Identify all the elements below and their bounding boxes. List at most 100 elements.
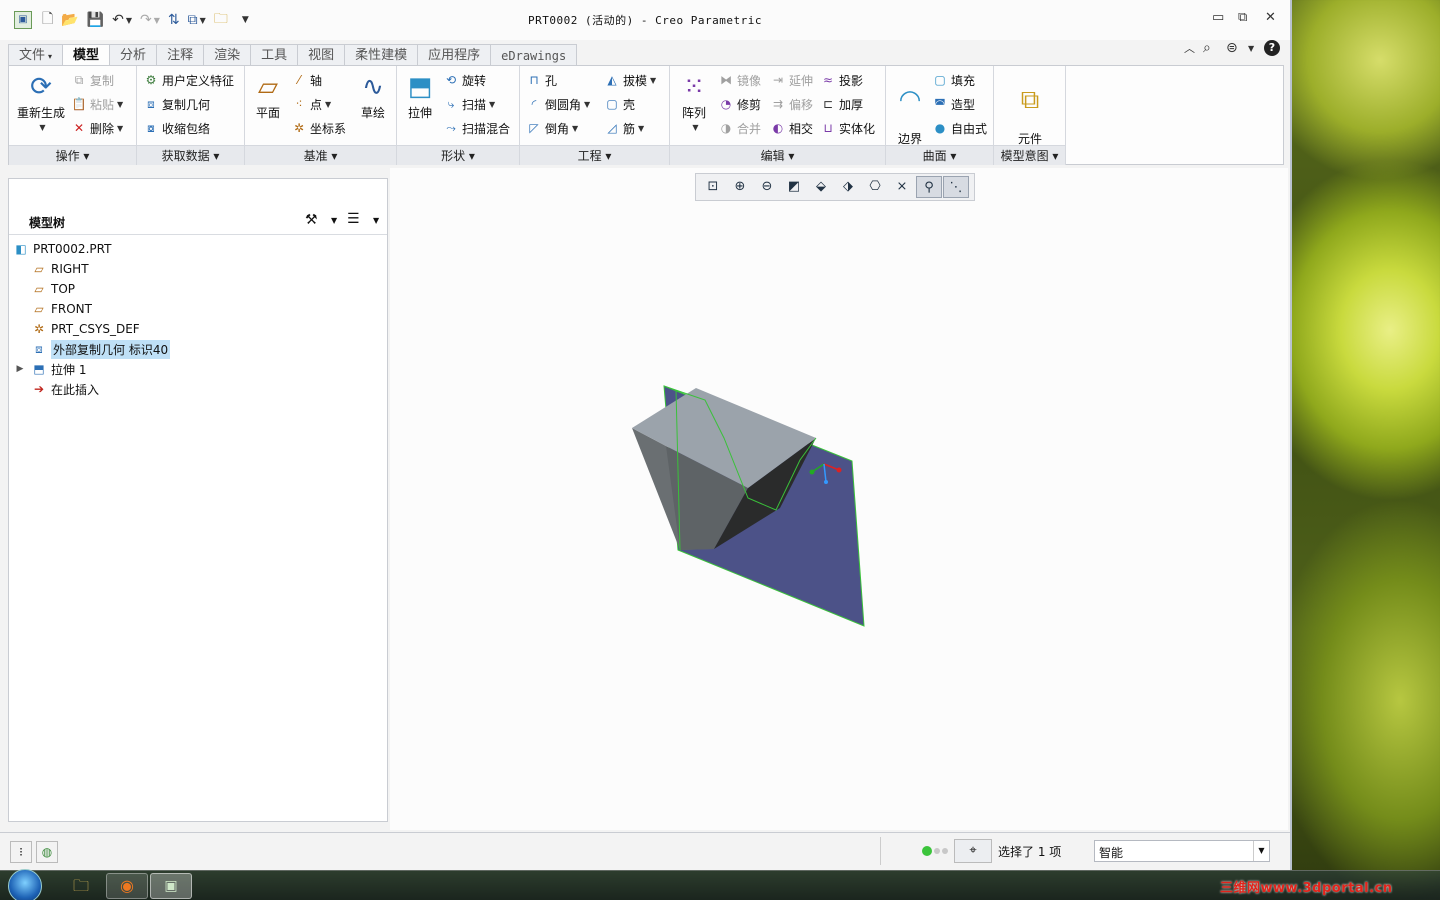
csys-button[interactable]: ✲ 坐标系 xyxy=(291,118,346,138)
mirror-button[interactable]: ⧓ 镜像 xyxy=(718,70,761,90)
paste-button[interactable]: 📋 粘贴 ▼ xyxy=(71,94,124,114)
tree-columns-dropdown-icon[interactable]: ▼ xyxy=(373,216,379,225)
tree-settings-icon[interactable]: ⚒ xyxy=(305,212,318,228)
sketch-button[interactable]: ∿ 草绘 xyxy=(353,70,393,120)
project-button[interactable]: ≈ 投影 xyxy=(820,70,863,90)
thicken-button[interactable]: ⊏ 加厚 xyxy=(820,94,863,114)
copy-button[interactable]: ⧉ 复制 xyxy=(71,70,114,90)
selection-filter-select[interactable]: 智能 ▼ xyxy=(1094,840,1270,862)
maximize-button[interactable]: ⧉ xyxy=(1238,10,1247,25)
repaint-icon[interactable]: ◩ xyxy=(781,176,807,198)
saved-orientations-icon[interactable]: ⬗ xyxy=(835,176,861,198)
merge-button[interactable]: ◑ 合并 xyxy=(718,118,761,138)
close-button[interactable]: ✕ xyxy=(1265,10,1276,25)
intersect-button[interactable]: ◐ 相交 xyxy=(770,118,813,138)
browser-taskbar-icon[interactable]: ◉ xyxy=(106,873,148,899)
group-label-model-intent[interactable]: 模型意图 ▾ xyxy=(994,145,1065,165)
csys-icon: ✲ xyxy=(33,322,45,336)
solidify-button[interactable]: ⊔ 实体化 xyxy=(820,118,875,138)
tree-item[interactable]: ▱ TOP xyxy=(13,279,170,299)
zoom-in-icon[interactable]: ⊕ xyxy=(727,176,753,198)
tree-item[interactable]: ✲ PRT_CSYS_DEF xyxy=(13,319,170,339)
draft-button[interactable]: ◭ 拔模 ▼ xyxy=(604,70,656,90)
udf-button[interactable]: ⚙ 用户定义特征 xyxy=(143,70,234,90)
toggle-navigator-icon[interactable]: ⁝ xyxy=(10,841,32,863)
extend-button[interactable]: ⇥ 延伸 xyxy=(770,70,813,90)
pattern-button[interactable]: ⁙ 阵列 ▼ xyxy=(674,70,714,134)
axis-button[interactable]: ⁄ 轴 xyxy=(291,70,322,90)
group-label-datum[interactable]: 基准 ▾ xyxy=(245,145,396,165)
datum-plane-icon: ▱ xyxy=(34,302,44,316)
plane-large-icon: ▱ xyxy=(258,72,278,102)
zoom-out-icon[interactable]: ⊖ xyxy=(754,176,780,198)
tree-item-selected[interactable]: ⧈ 外部复制几何 标识40 xyxy=(13,339,171,359)
display-style-icon[interactable]: ⬙ xyxy=(808,176,834,198)
chevron-down-icon[interactable]: ▼ xyxy=(1253,841,1269,861)
minimize-ribbon-icon[interactable]: ︿ xyxy=(1184,40,1195,58)
hole-button[interactable]: ⊓ 孔 xyxy=(526,70,557,90)
merge-icon: ◑ xyxy=(720,121,732,135)
plane-button[interactable]: ▱ 平面 xyxy=(249,70,287,120)
swept-blend-button[interactable]: ⤳ 扫描混合 xyxy=(443,118,510,138)
style-button[interactable]: ◚ 造型 xyxy=(932,94,975,114)
annotation-display-icon[interactable]: ⋱ xyxy=(943,176,969,198)
expand-arrow-icon[interactable]: ▶ xyxy=(13,361,27,377)
tree-settings-dropdown-icon[interactable]: ▼ xyxy=(331,216,337,225)
tab-tools[interactable]: 工具 xyxy=(250,44,299,66)
search-icon[interactable]: ⌕ xyxy=(1203,40,1211,58)
community-icon[interactable]: ⊜ xyxy=(1226,40,1238,58)
tab-edrawings[interactable]: eDrawings xyxy=(490,44,578,66)
tab-model[interactable]: 模型 xyxy=(62,44,111,67)
selection-status: 选择了 1 项 xyxy=(998,845,1062,859)
tab-render[interactable]: 渲染 xyxy=(203,44,252,66)
offset-button[interactable]: ⇉ 偏移 xyxy=(770,94,813,114)
refit-icon[interactable]: ⊡ xyxy=(700,176,726,198)
tree-item[interactable]: ▱ FRONT xyxy=(13,299,170,319)
group-label-shape[interactable]: 形状 ▾ xyxy=(397,145,519,165)
help-icon[interactable]: ? xyxy=(1264,40,1280,56)
start-button[interactable] xyxy=(8,869,42,900)
shrinkwrap-button[interactable]: ⧇ 收缩包络 xyxy=(143,118,210,138)
tree-item[interactable]: ▶ ⬒ 拉伸 1 xyxy=(13,359,170,379)
named-views-icon[interactable]: ⎔ xyxy=(862,176,888,198)
tree-item[interactable]: ▱ RIGHT xyxy=(13,259,170,279)
point-button[interactable]: ⁖ 点 ▼ xyxy=(291,94,331,114)
spin-center-icon[interactable]: ⚲ xyxy=(916,176,942,198)
round-button[interactable]: ◜ 倒圆角 ▼ xyxy=(526,94,591,114)
tree-columns-icon[interactable]: ☰ xyxy=(347,211,360,227)
tab-file[interactable]: 文件 ▾ xyxy=(8,44,64,66)
sweep-button[interactable]: ⤷ 扫描 ▼ xyxy=(443,94,496,114)
community-dropdown-icon[interactable]: ▼ xyxy=(1248,44,1254,62)
tab-applications[interactable]: 应用程序 xyxy=(417,44,492,66)
copy-geometry-button[interactable]: ⧈ 复制几何 xyxy=(143,94,210,114)
browser-toggle-icon[interactable]: ◍ xyxy=(36,841,58,863)
creo-taskbar-icon[interactable]: ▣ xyxy=(150,873,192,899)
group-label-get-data[interactable]: 获取数据 ▾ xyxy=(137,145,244,165)
group-label-engineering[interactable]: 工程 ▾ xyxy=(520,145,669,165)
explorer-taskbar-icon[interactable]: 🗀 xyxy=(62,873,100,899)
shell-button[interactable]: ▢ 壳 xyxy=(604,94,635,114)
group-label-edit[interactable]: 编辑 ▾ xyxy=(670,145,885,165)
group-label-surfaces[interactable]: 曲面 ▾ xyxy=(886,145,993,165)
tab-view[interactable]: 视图 xyxy=(297,44,346,66)
tree-item[interactable]: ◧ PRT0002.PRT xyxy=(13,239,170,259)
fill-button[interactable]: ▢ 填充 xyxy=(932,70,975,90)
minimize-button[interactable]: ▭ xyxy=(1212,10,1224,25)
freestyle-button[interactable]: ● 自由式 xyxy=(932,118,987,138)
datum-display-icon[interactable]: ⨯ xyxy=(889,176,915,198)
trim-button[interactable]: ◔ 修剪 xyxy=(718,94,761,114)
regenerate-button[interactable]: ⟳ 重新生成 ▼ xyxy=(13,70,69,134)
tab-flexible-modeling[interactable]: 柔性建模 xyxy=(344,44,419,66)
tab-annotate[interactable]: 注释 xyxy=(156,44,205,66)
graphics-area[interactable] xyxy=(390,168,1288,830)
rib-button[interactable]: ◿ 筋 ▼ xyxy=(604,118,644,138)
extrude-button[interactable]: ⬒ 拉伸 xyxy=(401,70,439,120)
group-label-operations[interactable]: 操作 ▾ xyxy=(9,145,136,165)
model-3d-view[interactable] xyxy=(390,168,1288,830)
delete-button[interactable]: ✕ 删除 ▼ xyxy=(71,118,123,138)
chamfer-button[interactable]: ◸ 倒角 ▼ xyxy=(526,118,578,138)
find-icon[interactable]: ⌖ xyxy=(954,839,992,863)
tab-analysis[interactable]: 分析 xyxy=(109,44,158,66)
tree-item[interactable]: ➔ 在此插入 xyxy=(13,379,170,399)
revolve-button[interactable]: ⟲ 旋转 xyxy=(443,70,486,90)
